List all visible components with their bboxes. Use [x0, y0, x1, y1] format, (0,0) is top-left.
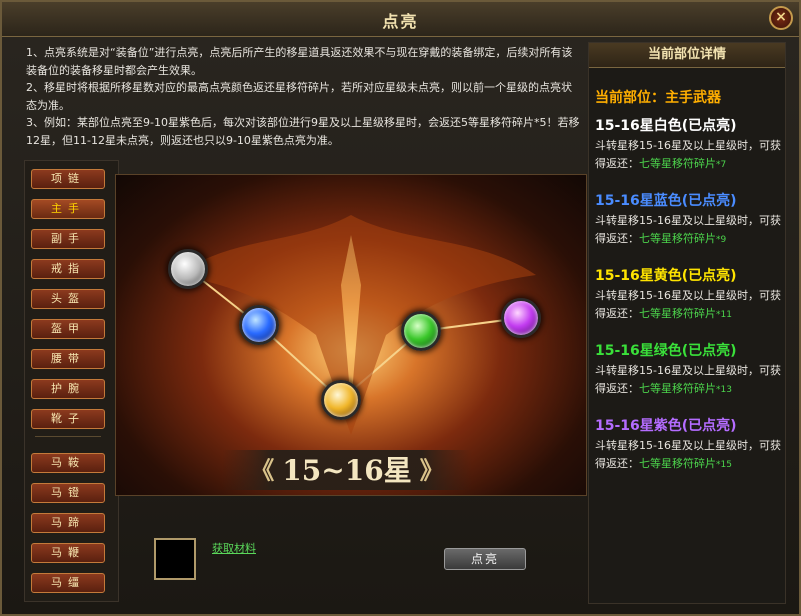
equipment-slot-list: 项链 主手 副手 戒指 头盔 盔甲 腰带 护腕 靴子 马鞍 马镫 马蹄 马鞭 马…	[24, 160, 119, 602]
slot-button-armor[interactable]: 盔甲	[31, 319, 105, 339]
prev-level-arrow-icon[interactable]: 《	[250, 457, 274, 485]
get-material-link[interactable]: 获取材料	[212, 540, 256, 556]
detail-panel: 当前部位详情 当前部位：主手武器 15-16星白色(已点亮) 斗转星移15-16…	[588, 42, 786, 604]
tier-title: 15-16星绿色(已点亮)	[595, 343, 737, 359]
constellation-stage: 《 15~16星》	[115, 174, 587, 496]
tier-green: 15-16星绿色(已点亮) 斗转星移15-16星及以上星级时，可获得返还：七等星…	[595, 340, 781, 399]
green-gem-icon[interactable]	[401, 311, 441, 351]
blue-gem-icon[interactable]	[239, 305, 279, 345]
intro-text: 1、点亮系统是对“装备位”进行点亮，点亮后所产生的移星道具返还效果不与现在穿戴的…	[26, 44, 582, 149]
tier-description: 斗转星移15-16星及以上星级时，可获得返还：七等星移符碎片*9	[595, 214, 781, 245]
detail-panel-header: 当前部位详情	[589, 43, 785, 68]
slot-button-helmet[interactable]: 头盔	[31, 289, 105, 309]
tier-blue: 15-16星蓝色(已点亮) 斗转星移15-16星及以上星级时，可获得返还：七等星…	[595, 190, 781, 249]
material-slot[interactable]	[154, 538, 196, 580]
tier-description: 斗转星移15-16星及以上星级时，可获得返还：七等星移符碎片*11	[595, 289, 781, 320]
next-level-arrow-icon[interactable]: 》	[420, 457, 444, 485]
tier-yellow: 15-16星黄色(已点亮) 斗转星移15-16星及以上星级时，可获得返还：七等星…	[595, 265, 781, 324]
intro-line-1: 1、点亮系统是对“装备位”进行点亮，点亮后所产生的移星道具返还效果不与现在穿戴的…	[26, 46, 573, 77]
slot-button-whip[interactable]: 马鞭	[31, 543, 105, 563]
title-bar[interactable]: 点亮 ×	[2, 2, 799, 37]
slot-button-main-hand[interactable]: 主手	[31, 199, 105, 219]
tier-title: 15-16星紫色(已点亮)	[595, 418, 737, 434]
tier-purple: 15-16星紫色(已点亮) 斗转星移15-16星及以上星级时，可获得返还：七等星…	[595, 415, 781, 474]
slot-button-rein[interactable]: 马缰	[31, 573, 105, 593]
lighting-window: 点亮 × 1、点亮系统是对“装备位”进行点亮，点亮后所产生的移星道具返还效果不与…	[0, 0, 801, 616]
slot-divider	[35, 436, 101, 437]
slot-button-saddle[interactable]: 马鞍	[31, 453, 105, 473]
slot-button-stirrup[interactable]: 马镫	[31, 483, 105, 503]
tier-description: 斗转星移15-16星及以上星级时，可获得返还：七等星移符碎片*7	[595, 139, 781, 170]
window-title: 点亮	[382, 12, 419, 31]
star-level-banner: 《 15~16星》	[222, 450, 472, 490]
slot-button-off-hand[interactable]: 副手	[31, 229, 105, 249]
tier-title: 15-16星黄色(已点亮)	[595, 268, 737, 284]
tier-title: 15-16星蓝色(已点亮)	[595, 193, 737, 209]
star-level-label: 15~16星	[282, 453, 412, 487]
white-gem-icon[interactable]	[168, 249, 208, 289]
tier-title: 15-16星白色(已点亮)	[595, 118, 737, 134]
intro-line-3: 3、例如：某部位点亮至9-10星紫色后，每次对该部位进行9星及以上星级移星时，会…	[26, 116, 580, 147]
slot-button-belt[interactable]: 腰带	[31, 349, 105, 369]
slot-button-ring[interactable]: 戒指	[31, 259, 105, 279]
tier-description: 斗转星移15-16星及以上星级时，可获得返还：七等星移符碎片*13	[595, 364, 781, 395]
slot-button-boots[interactable]: 靴子	[31, 409, 105, 429]
slot-button-bracer[interactable]: 护腕	[31, 379, 105, 399]
close-button[interactable]: ×	[769, 6, 793, 30]
intro-line-2: 2、移星时将根据所移星数对应的最高点亮颜色返还星移符碎片，若所对应星级未点亮，则…	[26, 81, 572, 112]
current-slot-label: 当前部位：主手武器	[595, 90, 721, 106]
slot-button-horseshoe[interactable]: 马蹄	[31, 513, 105, 533]
purple-gem-icon[interactable]	[501, 298, 541, 338]
light-up-button[interactable]: 点亮	[444, 548, 526, 570]
tier-white: 15-16星白色(已点亮) 斗转星移15-16星及以上星级时，可获得返还：七等星…	[595, 115, 781, 174]
slot-button-necklace[interactable]: 项链	[31, 169, 105, 189]
yellow-gem-icon[interactable]	[321, 380, 361, 420]
tier-description: 斗转星移15-16星及以上星级时，可获得返还：七等星移符碎片*15	[595, 439, 781, 470]
